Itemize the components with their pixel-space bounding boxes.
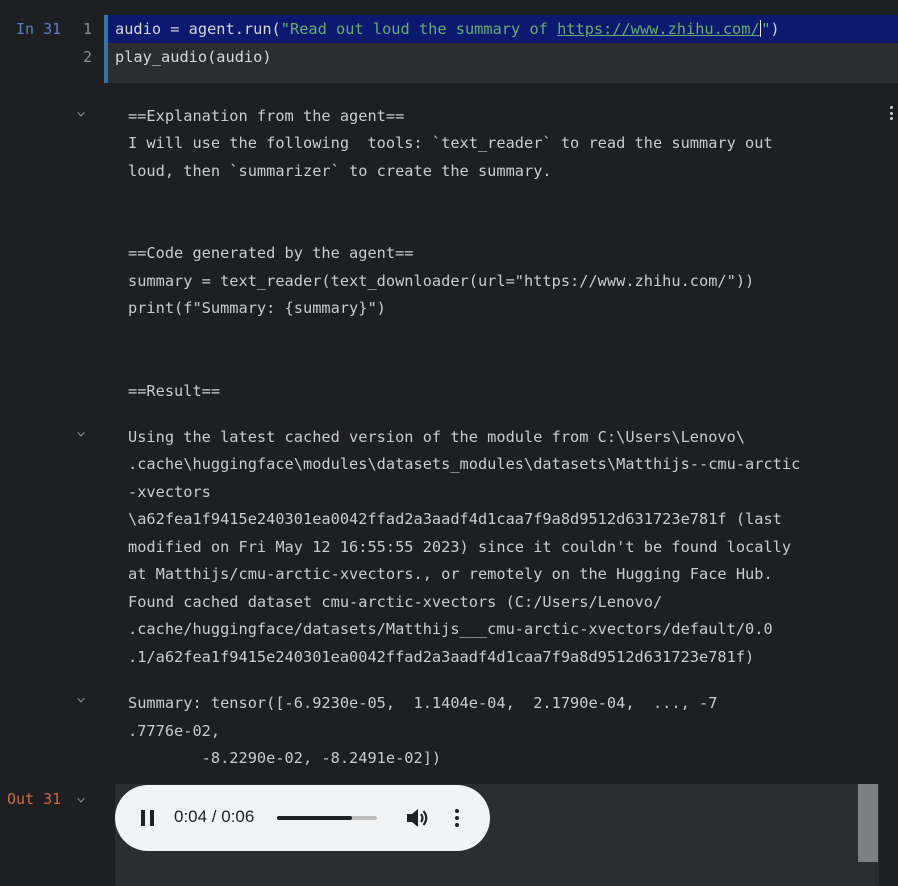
output-line: Found cached dataset cmu-arctic-xvectors…	[128, 593, 663, 611]
output-line: .7776e-02,	[128, 722, 221, 740]
output-line: modified on Fri May 12 16:55:55 2023) si…	[128, 538, 792, 556]
code-text: )	[770, 20, 780, 38]
output-line: .cache\huggingface\modules\datasets_modu…	[128, 455, 801, 473]
code-line-2[interactable]: play_audio(audio)	[115, 48, 272, 66]
scrollbar-thumb[interactable]	[858, 784, 878, 862]
output-line: Using the latest cached version of the m…	[128, 428, 746, 446]
playback-time: 0:04 / 0:06	[174, 807, 255, 826]
url-link[interactable]: https://www.zhihu.com/	[557, 20, 760, 38]
output-line: I will use the following tools: `text_re…	[128, 134, 773, 152]
output-line: at Matthijs/cmu-arctic-xvectors., or rem…	[128, 565, 773, 583]
output-line: .cache/huggingface/datasets/Matthijs___c…	[128, 620, 773, 638]
chevron-down-icon[interactable]: ⌄	[76, 104, 86, 119]
output-line: print(f"Summary: {summary}")	[128, 299, 386, 317]
audio-player[interactable]: 0:04 / 0:06	[115, 785, 490, 851]
output-line: ==Code generated by the agent==	[128, 244, 414, 262]
chevron-down-icon[interactable]: ⌄	[76, 690, 86, 705]
code-text: audio = agent.run(	[115, 20, 281, 38]
progress-fill	[277, 816, 352, 820]
output-line: -xvectors	[128, 483, 211, 501]
cell-selection-bar	[104, 15, 108, 83]
kebab-menu-icon[interactable]	[890, 106, 896, 123]
execution-count-out: Out 31	[7, 790, 62, 808]
pause-icon[interactable]	[141, 810, 155, 826]
line-number: 2	[82, 48, 92, 66]
output-line: loud, then `summarizer` to create the su…	[128, 162, 552, 180]
progress-slider[interactable]	[277, 816, 377, 820]
string-literal: "Read out loud the summary of	[280, 20, 558, 38]
output-line: ==Explanation from the agent==	[128, 107, 405, 125]
output-line: -8.2290e-02, -8.2491e-02])	[128, 749, 442, 767]
execution-count-in: In 31	[16, 20, 62, 38]
output-line: \a62fea1f9415e240301ea0042ffad2a3aadf4d1…	[128, 510, 782, 528]
output-line: ==Result==	[128, 382, 221, 400]
output-line: summary = text_reader(text_downloader(ur…	[128, 272, 755, 290]
volume-icon[interactable]	[405, 807, 429, 829]
line-number: 1	[82, 20, 92, 38]
chevron-down-icon[interactable]: ⌄	[76, 424, 86, 439]
code-line-1[interactable]: audio = agent.run("Read out loud the sum…	[115, 20, 780, 38]
more-vert-icon[interactable]	[455, 809, 459, 830]
output-line: Summary: tensor([-6.9230e-05, 1.1404e-04…	[128, 694, 718, 712]
chevron-down-icon[interactable]: ⌄	[76, 790, 86, 805]
output-line: .1/a62fea1f9415e240301ea0042ffad2a3aadf4…	[128, 648, 755, 666]
